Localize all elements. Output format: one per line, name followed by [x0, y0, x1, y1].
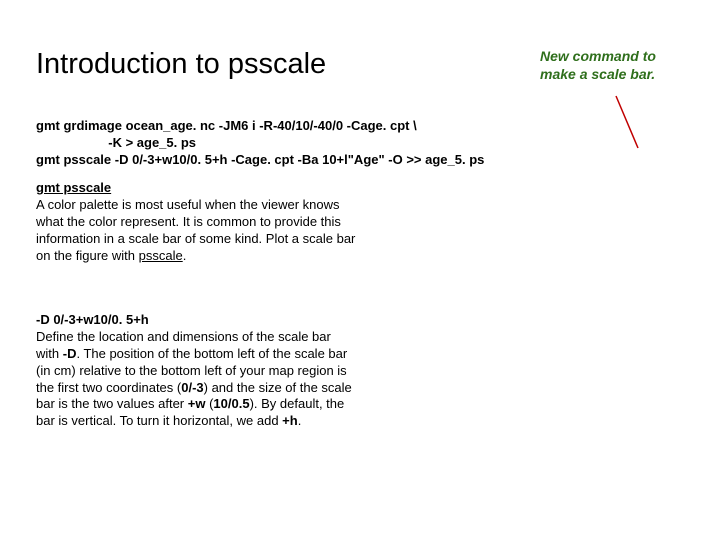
- para2-lead: -D 0/-3+w10/0. 5+h: [36, 312, 149, 327]
- code-block: gmt grdimage ocean_age. nc -JM6 i -R-40/…: [36, 118, 656, 169]
- code-line-3: gmt psscale -D 0/-3+w10/0. 5+h -Cage. cp…: [36, 152, 484, 167]
- para1-tail-underlined: psscale: [139, 248, 183, 263]
- para2-b3: +w: [188, 396, 206, 411]
- code-line-1: gmt grdimage ocean_age. nc -JM6 i -R-40/…: [36, 118, 417, 133]
- annotation-line-1: New command to: [540, 48, 656, 64]
- para2-t6: .: [298, 413, 302, 428]
- slide: Introduction to psscale New command to m…: [0, 0, 720, 540]
- annotation-callout: New command to make a scale bar.: [540, 48, 690, 83]
- para1-period: .: [183, 248, 187, 263]
- para2-b1: -D: [63, 346, 77, 361]
- code-line-2: -K > age_5. ps: [36, 135, 196, 150]
- annotation-line-2: make a scale bar.: [540, 66, 655, 82]
- page-title: Introduction to psscale: [36, 48, 326, 81]
- paragraph-psscale: gmt psscale A color palette is most usef…: [36, 180, 366, 264]
- para2-b4: 10/0.5: [213, 396, 249, 411]
- para1-lead: gmt psscale: [36, 180, 111, 195]
- para2-b2: 0/-3: [181, 380, 203, 395]
- para2-b5: +h: [282, 413, 298, 428]
- paragraph-d-flag: -D 0/-3+w10/0. 5+h Define the location a…: [36, 312, 356, 430]
- para1-text: A color palette is most useful when the …: [36, 197, 355, 263]
